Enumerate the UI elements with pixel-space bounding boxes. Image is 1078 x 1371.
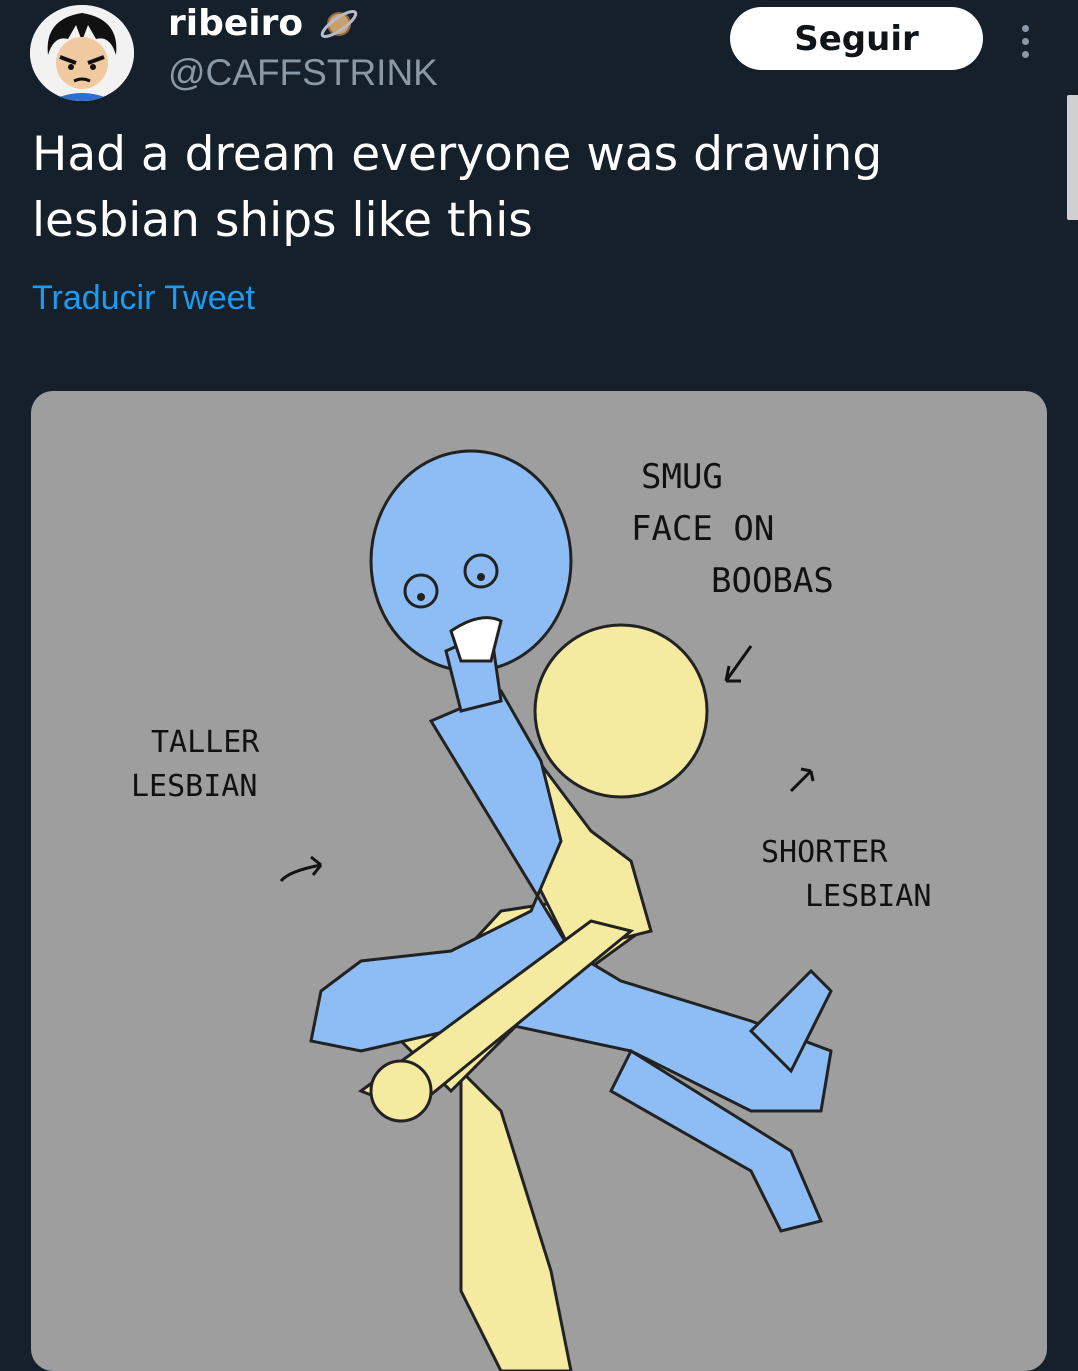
avatar[interactable] [30,5,134,101]
display-name-row[interactable]: ribeiro [168,2,361,46]
annotation-taller: TALLER LESBIAN [131,725,260,804]
planet-emoji-icon [320,10,358,38]
annotation-shorter: SHORTER LESBIAN [761,835,932,914]
shorter-figure-head [533,623,709,799]
translate-link[interactable]: Traducir Tweet [32,276,255,320]
scrollbar[interactable] [1067,95,1078,220]
tweet-text: Had a dream everyone was drawing lesbian… [32,127,883,248]
tweet-media-image[interactable]: SMUG FACE ON BOOBAS TALLER LESBIAN SHORT… [31,391,1047,1371]
annotation-smug: SMUG FACE ON BOOBAS [631,457,834,601]
display-name[interactable]: ribeiro [168,2,303,46]
user-handle[interactable]: @CAFFSTRINK [168,50,438,96]
more-options-icon[interactable] [1010,16,1040,66]
follow-button[interactable]: Seguir [730,7,983,70]
